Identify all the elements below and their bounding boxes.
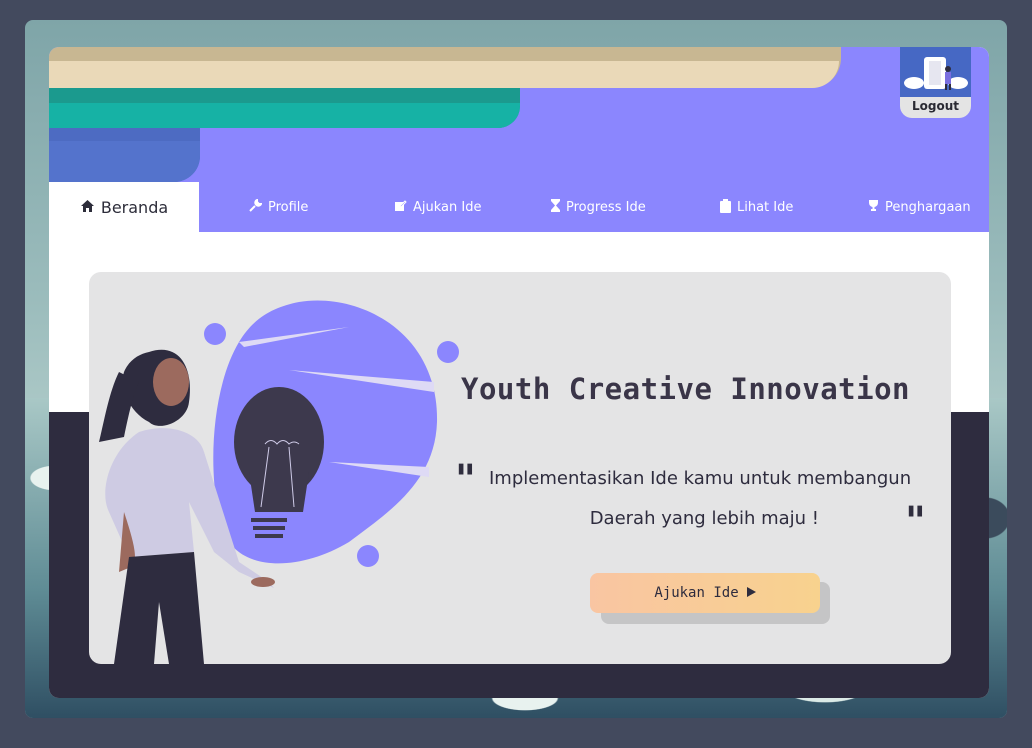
nav-label: Lihat Ide xyxy=(737,199,794,215)
close-quote-icon: " xyxy=(905,498,926,545)
main-nav: Beranda Profile Ajukan Ide Progress Ide xyxy=(49,182,989,232)
hourglass-icon xyxy=(551,199,560,215)
nav-label: Profile xyxy=(268,199,309,215)
hero-tagline-line2: Daerah yang lebih maju ! xyxy=(589,508,819,529)
logout-button[interactable]: Logout xyxy=(900,47,971,118)
hero-card: Youth Creative Innovation " Implementasi… xyxy=(89,272,951,664)
logout-door-icon xyxy=(900,47,971,97)
trophy-icon xyxy=(868,199,879,215)
nav-item-progress-ide[interactable]: Progress Ide xyxy=(551,182,646,232)
woman-lightbulb-illustration xyxy=(99,300,459,664)
hero-title: Youth Creative Innovation xyxy=(461,372,910,406)
logout-label: Logout xyxy=(911,99,959,113)
header-stripe xyxy=(49,103,520,128)
hero-tagline-line1: Implementasikan Ide kamu untuk membangun xyxy=(489,468,912,489)
nav-item-ajukan-ide[interactable]: Ajukan Ide xyxy=(394,182,481,232)
app-window: Logout Beranda Profile Ajukan Ide Progre… xyxy=(49,47,989,698)
ajukan-ide-button[interactable]: Ajukan Ide xyxy=(590,573,820,613)
header-banner: Logout Beranda Profile Ajukan Ide Progre… xyxy=(49,47,989,232)
open-quote-icon: " xyxy=(455,456,476,503)
nav-label: Beranda xyxy=(100,197,169,217)
nav-item-lihat-ide[interactable]: Lihat Ide xyxy=(720,182,793,232)
header-stripe xyxy=(49,141,200,182)
home-icon xyxy=(80,199,95,216)
nav-item-beranda[interactable]: Beranda xyxy=(49,182,199,232)
nav-label: Progress Ide xyxy=(566,199,646,215)
nav-label: Penghargaan xyxy=(885,199,971,215)
nav-label: Ajukan Ide xyxy=(413,199,482,215)
wrench-icon xyxy=(249,198,263,215)
clipboard-icon xyxy=(720,198,731,216)
header-stripe xyxy=(49,61,839,88)
edit-icon xyxy=(394,199,407,215)
play-icon xyxy=(746,585,756,601)
cta-label: Ajukan Ide xyxy=(654,585,739,601)
nav-item-profile[interactable]: Profile xyxy=(249,182,308,232)
nav-item-penghargaan[interactable]: Penghargaan xyxy=(868,182,971,232)
